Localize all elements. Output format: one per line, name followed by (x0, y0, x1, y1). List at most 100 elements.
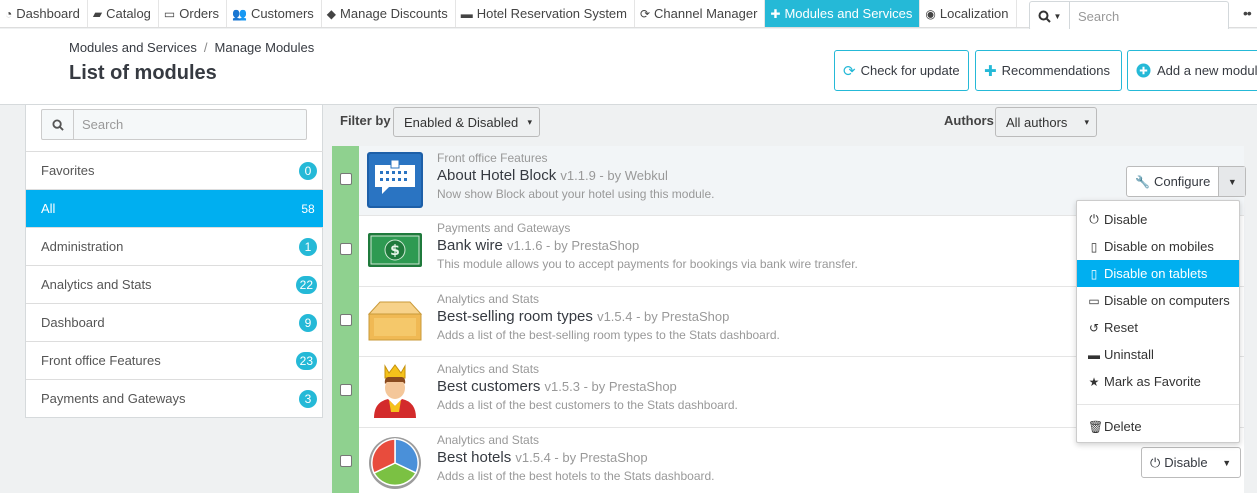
count-badge: 9 (299, 313, 317, 332)
status-filter-select[interactable]: Enabled & Disabled ▾ (393, 107, 540, 137)
configure-button[interactable]: 🔧 Configure (1127, 167, 1220, 196)
module-version: v1.5.3 - by PrestaShop (544, 379, 677, 395)
category-label: Administration (41, 239, 124, 254)
svg-text:$: $ (390, 243, 400, 259)
module-description: Adds a list of the best-selling room typ… (437, 327, 780, 342)
check-for-update-button[interactable]: ⟳ Check for update (834, 50, 969, 91)
menu-item-disable-tablets[interactable]: ▯ Disable on tablets (1077, 260, 1239, 287)
module-checkbox[interactable] (340, 313, 352, 326)
caret-down-icon: ▼ (1227, 176, 1237, 187)
filter-bar: Filter by Enabled & Disabled ▾ Authors Al… (323, 105, 1257, 145)
breadcrumb-item[interactable]: Modules and Services (69, 40, 197, 55)
disable-button-group: ⏻ Disable ▼ (1141, 447, 1241, 478)
bed-icon: ▬ (460, 6, 473, 21)
category-item-analytics[interactable]: Analytics and Stats 22 (26, 265, 323, 303)
count-badge: 23 (295, 351, 317, 370)
module-description: Adds a list of the best customers to the… (437, 398, 738, 413)
menu-item-disable-computers[interactable]: ▭ Disable on computers (1077, 287, 1239, 314)
nav-catalog[interactable]: ▰ Catalog (88, 0, 159, 27)
menu-label: Disable (1104, 212, 1148, 227)
configure-button-group: 🔧 Configure ▼ (1126, 166, 1247, 197)
menu-item-delete[interactable]: 🗑 Delete (1077, 413, 1239, 440)
nav-modules-and-services[interactable]: ✚ Modules and Services (765, 0, 921, 27)
module-actions-dropdown: ⏻ Disable ▯ Disable on mobiles ▯ Disable on… (1076, 200, 1240, 443)
category-label: Favorites (41, 163, 95, 178)
menu-label: Mark as Favorite (1104, 374, 1201, 389)
nav-hotel-reservation[interactable]: ▬ Hotel Reservation System (456, 0, 635, 27)
search-scope-button[interactable]: ▼ (1030, 2, 1070, 30)
category-label: Front office Features (41, 353, 161, 368)
module-description: This module allows you to accept payment… (437, 257, 858, 272)
nav-channel-manager[interactable]: ⟳ Channel Manager (635, 0, 766, 27)
menu-label: Disable on tablets (1104, 266, 1208, 281)
users-icon: 👥 (231, 6, 247, 21)
module-version: v1.5.4 - by PrestaShop (515, 449, 648, 465)
nav-orders[interactable]: ▭ Orders (159, 0, 227, 27)
star-icon: ★ (1088, 374, 1100, 389)
count-badge: 3 (299, 389, 317, 408)
category-label: Payments and Gateways (41, 391, 186, 406)
menu-label: Uninstall (1104, 347, 1154, 362)
menu-label: Reset (1104, 320, 1138, 335)
recommendations-button[interactable]: ✚ Recommendations (975, 50, 1122, 91)
select-value: All authors (1006, 114, 1068, 130)
category-item-payments[interactable]: Payments and Gateways 3 (26, 379, 323, 417)
menu-item-mark-favorite[interactable]: ★ Mark as Favorite (1077, 368, 1239, 395)
nav-label: Manage Discounts (340, 6, 448, 21)
add-new-module-button[interactable]: Add a new module (1127, 50, 1257, 91)
category-item-front-office[interactable]: Front office Features 23 (26, 341, 323, 379)
menu-label: Disable on mobiles (1104, 239, 1214, 254)
chevron-down-icon: ▾ (1084, 116, 1089, 127)
module-name: Best-selling room types (437, 307, 593, 325)
credit-card-icon: ▭ (163, 6, 176, 21)
category-item-favorites[interactable]: Favorites 0 (26, 151, 323, 189)
actions-dropdown-toggle[interactable]: ▼ (1219, 167, 1246, 196)
puzzle-icon: ✚ (770, 6, 781, 21)
menu-divider (1077, 404, 1239, 405)
more-menu-icon[interactable]: •• (1243, 5, 1252, 21)
module-name-line: Best hotels v1.5.4 - by PrestaShop (437, 448, 1077, 468)
module-checkbox[interactable] (340, 384, 352, 397)
category-item-administration[interactable]: Administration 1 (26, 227, 323, 265)
menu-item-disable[interactable]: ⏻ Disable (1077, 206, 1239, 233)
module-checkbox[interactable] (340, 454, 352, 467)
nav-label: Localization (939, 6, 1009, 21)
module-checkbox[interactable] (340, 243, 352, 256)
search-icon (1038, 10, 1051, 23)
menu-item-uninstall[interactable]: ▬ Uninstall (1077, 341, 1239, 368)
hotel-block-icon (366, 151, 424, 209)
box-icon (366, 292, 424, 350)
category-label: Analytics and Stats (41, 277, 152, 292)
module-name: Best customers (437, 378, 541, 396)
refresh-icon: ⟳ (639, 6, 651, 21)
disable-dropdown-toggle[interactable]: ▼ (1214, 448, 1240, 477)
category-search-input[interactable]: Search (74, 110, 306, 139)
category-item-dashboard[interactable]: Dashboard 9 (26, 303, 323, 341)
desktop-icon: ▭ (1088, 293, 1100, 308)
book-icon: ▰ (92, 6, 103, 21)
category-item-all[interactable]: All 58 (26, 189, 323, 227)
menu-label: Delete (1104, 419, 1142, 434)
menu-label: Disable on computers (1104, 293, 1230, 308)
menu-item-disable-mobiles[interactable]: ▯ Disable on mobiles (1077, 233, 1239, 260)
breadcrumb-separator: / (203, 40, 208, 55)
module-info: Payments and Gateways Bank wire v1.1.6 -… (437, 221, 1077, 272)
nav-dashboard[interactable]: ◔ Dashboard (0, 0, 88, 27)
power-icon: ⏻ (1150, 454, 1161, 470)
power-icon: ⏻ (1089, 212, 1099, 226)
module-checkbox[interactable] (340, 173, 352, 185)
tablet-icon: ▯ (1090, 266, 1098, 281)
disable-button[interactable]: ⏻ Disable (1142, 448, 1214, 477)
nav-label: Modules and Services (784, 6, 913, 21)
nav-customers[interactable]: 👥 Customers (227, 0, 322, 27)
minus-square-icon: ▬ (1088, 347, 1100, 362)
menu-item-reset[interactable]: ↺ Reset (1077, 314, 1239, 341)
authors-filter-select[interactable]: All authors ▾ (995, 107, 1097, 137)
nav-manage-discounts[interactable]: ◆ Manage Discounts (322, 0, 456, 27)
nav-localization[interactable]: ◉ Localization (920, 0, 1017, 27)
puzzle-icon: ✚ (984, 62, 997, 80)
search-icon (42, 110, 74, 139)
module-info: Analytics and Stats Best customers v1.5.… (437, 362, 1077, 413)
pie-chart-icon (366, 433, 424, 491)
top-search-input[interactable]: Search (1070, 2, 1228, 30)
